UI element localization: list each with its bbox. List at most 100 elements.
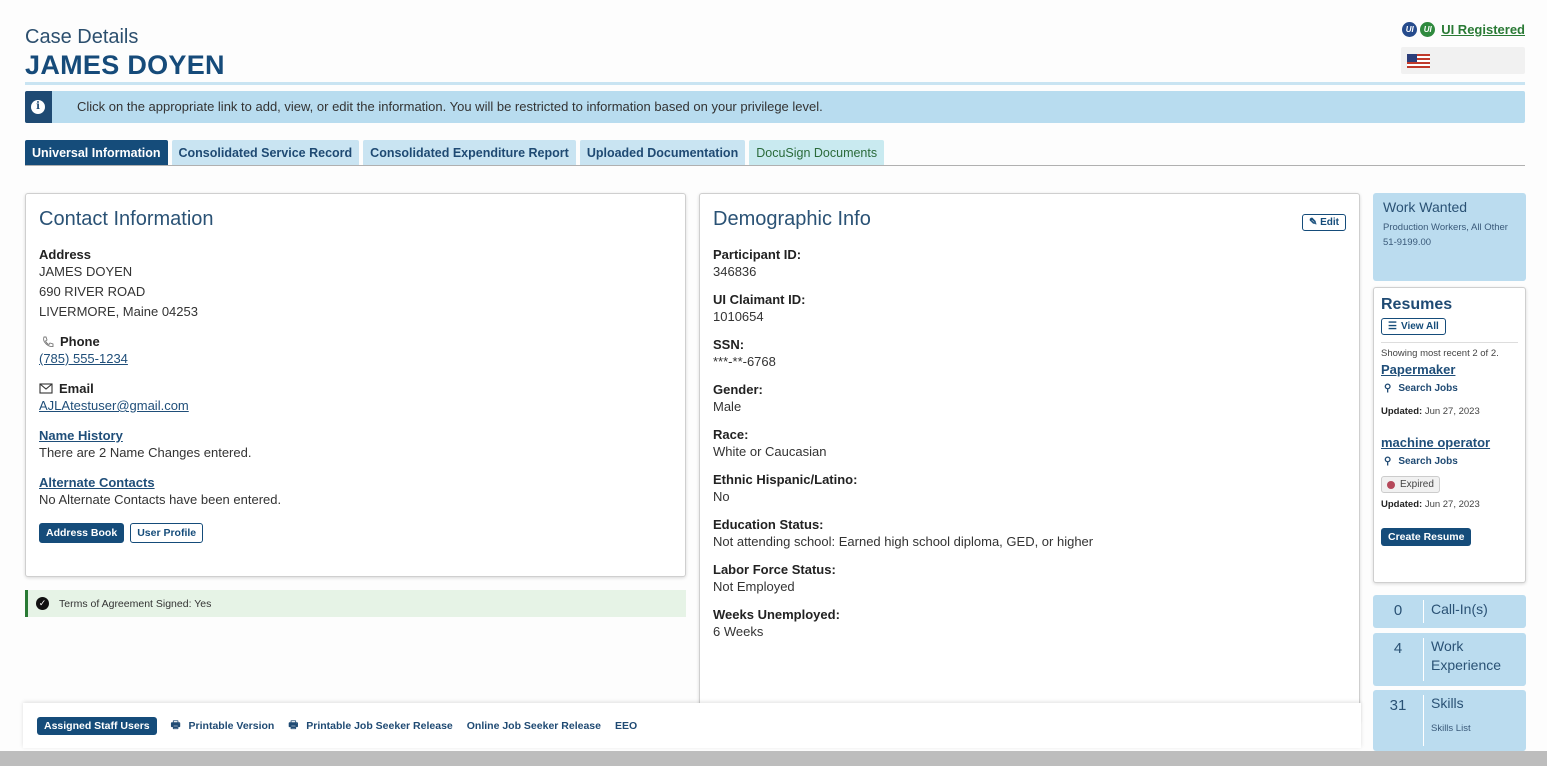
email-link[interactable]: AJLAtestuser@gmail.com xyxy=(39,398,189,413)
field-label: Gender: xyxy=(713,382,763,397)
stat-label: Work Experience xyxy=(1431,638,1502,673)
resumes-showing: Showing most recent 2 of 2. xyxy=(1381,348,1499,359)
email-icon xyxy=(39,383,53,394)
assigned-staff-users-button[interactable]: Assigned Staff Users xyxy=(37,716,157,735)
footer-toolbar: Assigned Staff Users 🖶 Printable Version … xyxy=(23,703,1361,748)
ui-badge-icon: UI xyxy=(1420,22,1436,37)
tab-docusign-documents[interactable]: DocuSign Documents xyxy=(749,140,885,165)
ui-registered-link[interactable]: UI Registered xyxy=(1441,22,1525,37)
info-icon-box: i xyxy=(25,91,52,123)
create-resume-button[interactable]: Create Resume xyxy=(1381,527,1472,546)
work-wanted-title: Work Wanted xyxy=(1383,199,1468,215)
info-banner: i Click on the appropriate link to add, … xyxy=(25,91,1525,123)
list-icon: ☰ xyxy=(1388,321,1397,332)
skills-list-link[interactable]: Skills List xyxy=(1431,723,1471,734)
resume-link[interactable]: Papermaker xyxy=(1381,362,1518,377)
name-history-text: There are 2 Name Changes entered. xyxy=(39,445,252,460)
phone-icon xyxy=(43,336,54,347)
eeo-link[interactable]: EEO xyxy=(615,720,637,732)
tabs-divider xyxy=(25,165,1525,166)
printer-icon: 🖶 xyxy=(288,718,299,731)
field-label: Ethnic Hispanic/Latino: xyxy=(713,472,858,487)
address-line: JAMES DOYEN xyxy=(39,264,133,279)
resume-updated: Updated: Jun 27, 2023 xyxy=(1381,498,1480,510)
email-label: Email xyxy=(59,381,94,396)
field-value: White or Caucasian xyxy=(713,444,827,459)
stat-label: Skills xyxy=(1431,695,1464,711)
field-label: Labor Force Status: xyxy=(713,562,836,577)
edit-button[interactable]: ✎ Edit xyxy=(1301,214,1346,231)
phone-link[interactable]: (785) 555-1234 xyxy=(39,351,128,366)
alternate-contacts-link[interactable]: Alternate Contacts xyxy=(39,475,155,490)
online-job-seeker-release-link[interactable]: Online Job Seeker Release xyxy=(467,720,601,732)
tab-bar: Universal Information Consolidated Servi… xyxy=(25,140,885,165)
resume-link[interactable]: machine operator xyxy=(1381,435,1518,450)
field-value: Not attending school: Earned high school… xyxy=(713,534,1094,549)
stat-count: 0 xyxy=(1393,602,1403,619)
work-wanted-panel[interactable]: Work Wanted Production Workers, All Othe… xyxy=(1373,193,1526,281)
expired-badge: Expired xyxy=(1381,476,1440,493)
address-line: 690 RIVER ROAD xyxy=(39,284,146,299)
work-wanted-occupation: Production Workers, All Other xyxy=(1383,222,1508,233)
skills-stat[interactable]: 31 Skills Skills List xyxy=(1373,690,1526,751)
us-flag-icon xyxy=(1407,54,1430,68)
resumes-panel: Resumes ☰ View All Showing most recent 2 … xyxy=(1373,287,1526,583)
view-all-button[interactable]: ☰ View All xyxy=(1381,318,1446,335)
resume-updated: Updated: Jun 27, 2023 xyxy=(1381,406,1480,417)
contact-information-card: Contact Information Address JAMES DOYEN … xyxy=(25,193,686,577)
field-label: Weeks Unemployed: xyxy=(713,607,840,622)
alternate-contacts-text: No Alternate Contacts have been entered. xyxy=(39,492,282,507)
demographic-info-card: Demographic Info ✎ Edit Participant ID: 3… xyxy=(699,193,1360,723)
phone-label: Phone xyxy=(60,334,100,349)
search-icon: ⚲ xyxy=(1384,383,1392,394)
divider xyxy=(1381,342,1518,343)
resumes-title: Resumes xyxy=(1381,296,1453,313)
tab-universal-information[interactable]: Universal Information xyxy=(25,140,168,165)
status-dot-icon xyxy=(1387,480,1395,489)
field-value: Male xyxy=(713,399,742,414)
field-label: Race: xyxy=(713,427,749,442)
work-experience-stat[interactable]: 4 Work Experience xyxy=(1373,633,1526,686)
tab-consolidated-service-record[interactable]: Consolidated Service Record xyxy=(171,140,360,165)
tab-consolidated-expenditure-report[interactable]: Consolidated Expenditure Report xyxy=(363,140,576,165)
field-value: 346836 xyxy=(713,264,757,279)
printable-version-link[interactable]: 🖶 Printable Version xyxy=(171,717,275,735)
search-icon: ⚲ xyxy=(1384,456,1392,467)
demographic-title: Demographic Info xyxy=(713,208,871,230)
stat-label: Call-In(s) xyxy=(1431,601,1488,617)
info-message: Click on the appropriate link to add, vi… xyxy=(77,99,823,114)
printable-job-seeker-release-link[interactable]: 🖶 Printable Job Seeker Release xyxy=(288,717,452,735)
language-selector[interactable] xyxy=(1401,47,1525,74)
pencil-icon: ✎ xyxy=(1308,217,1318,228)
field-value: 6 Weeks xyxy=(713,624,764,639)
work-wanted-code: 51-9199.00 xyxy=(1383,237,1432,248)
search-jobs-link[interactable]: ⚲ Search Jobs xyxy=(1384,456,1518,467)
call-ins-stat[interactable]: 0 Call-In(s) xyxy=(1373,595,1526,628)
terms-text: Terms of Agreement Signed: Yes xyxy=(59,597,212,610)
ui-registered[interactable]: UI UI UI Registered xyxy=(1402,22,1525,37)
address-line: LIVERMORE, Maine 04253 xyxy=(39,304,198,319)
field-value: 1010654 xyxy=(713,309,764,324)
terms-of-agreement-banner: ✓ Terms of Agreement Signed: Yes xyxy=(25,590,686,617)
page-header: Case Details JAMES DOYEN xyxy=(25,26,225,81)
checkmark-icon: ✓ xyxy=(36,597,49,610)
stat-count: 31 xyxy=(1389,697,1407,714)
name-history-link[interactable]: Name History xyxy=(39,428,123,443)
printer-icon: 🖶 xyxy=(170,718,181,731)
search-jobs-link[interactable]: ⚲ Search Jobs xyxy=(1384,383,1518,394)
address-book-button[interactable]: Address Book xyxy=(39,523,125,543)
tab-uploaded-documentation[interactable]: Uploaded Documentation xyxy=(579,140,746,165)
page-title: JAMES DOYEN xyxy=(25,50,225,80)
field-value: ***-**-6768 xyxy=(713,354,776,369)
contact-title: Contact Information xyxy=(39,208,214,230)
field-label: UI Claimant ID: xyxy=(713,292,806,307)
user-profile-button[interactable]: User Profile xyxy=(130,523,204,543)
horizontal-scrollbar[interactable] xyxy=(0,751,1547,766)
address-label: Address xyxy=(39,247,92,262)
ui-badge-icon: UI xyxy=(1402,22,1418,37)
field-value: Not Employed xyxy=(713,579,795,594)
field-label: Participant ID: xyxy=(713,247,802,262)
info-icon: i xyxy=(31,100,45,114)
page-subtitle: Case Details xyxy=(25,26,139,48)
header-divider xyxy=(25,82,1525,85)
